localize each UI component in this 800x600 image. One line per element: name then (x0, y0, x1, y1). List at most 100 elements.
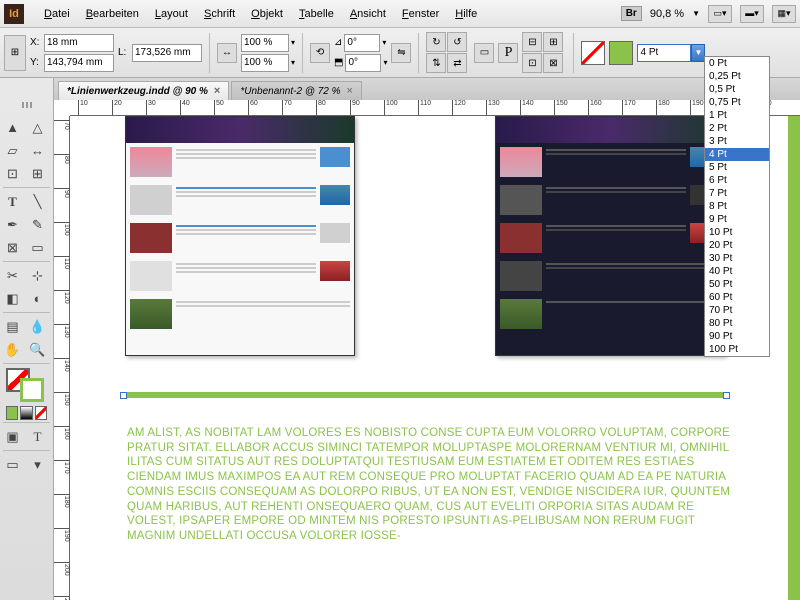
y-input[interactable] (44, 54, 114, 72)
align-icon-1[interactable]: ⊟ (522, 32, 542, 52)
selected-line-object[interactable] (123, 392, 727, 398)
preview-view-icon[interactable]: T (25, 425, 50, 448)
pt-option[interactable]: 0,25 Pt (705, 70, 769, 83)
pt-option[interactable]: 8 Pt (705, 200, 769, 213)
note-tool[interactable]: ▤ (0, 315, 25, 338)
content-tool[interactable]: ⊡ (0, 162, 25, 185)
close-icon[interactable]: × (214, 85, 220, 97)
screen-mode-tool-2[interactable]: ▾ (25, 453, 50, 476)
pt-option[interactable]: 70 Pt (705, 304, 769, 317)
rotate-cw-icon[interactable]: ↻ (426, 32, 446, 52)
apply-none-icon[interactable] (35, 406, 47, 420)
menu-datei[interactable]: Datei (36, 8, 78, 20)
menu-schrift[interactable]: Schrift (196, 8, 243, 20)
placed-image-left[interactable] (125, 116, 355, 356)
p-icon[interactable]: P (498, 43, 518, 63)
pt-option[interactable]: 6 Pt (705, 174, 769, 187)
rectangle-frame-tool[interactable]: ⊠ (0, 236, 25, 259)
scale-x-input[interactable] (241, 34, 289, 52)
zoom-tool[interactable]: 🔍 (25, 338, 50, 361)
pt-option[interactable]: 40 Pt (705, 265, 769, 278)
l-input[interactable] (132, 44, 202, 62)
view-mode-icon[interactable]: ▭▾ (708, 5, 732, 23)
apply-gradient-icon[interactable] (20, 406, 32, 420)
menu-layout[interactable]: Layout (147, 8, 196, 20)
scale-x-icon[interactable]: ↔ (217, 43, 237, 63)
align-icon-2[interactable]: ⊞ (543, 32, 563, 52)
menu-bearbeiten[interactable]: Bearbeiten (78, 8, 147, 20)
menu-tabelle[interactable]: Tabelle (291, 8, 342, 20)
pt-option[interactable]: 90 Pt (705, 330, 769, 343)
menu-objekt[interactable]: Objekt (243, 8, 291, 20)
arrange-icon[interactable]: ▦▾ (772, 5, 796, 23)
normal-view-icon[interactable]: ▣ (0, 425, 25, 448)
align-icon-4[interactable]: ⊠ (543, 53, 563, 73)
pt-option[interactable]: 30 Pt (705, 252, 769, 265)
tab-linienwerkzeug[interactable]: *Linienwerkzeug.indd @ 90 %× (58, 81, 229, 100)
flip-v-icon[interactable]: ⇅ (426, 53, 446, 73)
hand-tool[interactable]: ✋ (0, 338, 25, 361)
gradient-swatch-tool[interactable]: ◧ (0, 287, 25, 310)
direct-selection-tool[interactable]: △ (25, 116, 50, 139)
document-canvas[interactable]: AM ALIST, AS NOBITAT LAM VOLORES ES NOBI… (70, 116, 800, 600)
pt-option[interactable]: 0 Pt (705, 57, 769, 70)
screen-mode-icon[interactable]: ▬▾ (740, 5, 764, 23)
eyedropper-tool[interactable]: 💧 (25, 315, 50, 338)
pt-option[interactable]: 0,5 Pt (705, 83, 769, 96)
x-input[interactable] (44, 34, 114, 52)
pt-option[interactable]: 3 Pt (705, 135, 769, 148)
align-icon-3[interactable]: ⊡ (522, 53, 542, 73)
fill-swatch[interactable] (609, 41, 633, 65)
content-tool-2[interactable]: ⊞ (25, 162, 50, 185)
placed-image-right[interactable] (495, 116, 725, 356)
pencil-tool[interactable]: ✎ (25, 213, 50, 236)
pt-option[interactable]: 1 Pt (705, 109, 769, 122)
bridge-badge[interactable]: Br (621, 6, 642, 21)
flip-h-icon[interactable]: ⇋ (391, 43, 411, 63)
line-tool[interactable]: ╲ (25, 190, 50, 213)
rotate-icon[interactable]: ⟲ (310, 43, 330, 63)
body-text-frame[interactable]: AM ALIST, AS NOBITAT LAM VOLORES ES NOBI… (127, 426, 737, 544)
pt-option[interactable]: 20 Pt (705, 239, 769, 252)
menu-hilfe[interactable]: Hilfe (447, 8, 485, 20)
screen-mode-tool[interactable]: ▭ (0, 453, 25, 476)
pt-option[interactable]: 80 Pt (705, 317, 769, 330)
pt-option[interactable]: 60 Pt (705, 291, 769, 304)
page-tool[interactable]: ▱ (0, 139, 25, 162)
rectangle-tool[interactable]: ▭ (25, 236, 50, 259)
pt-option[interactable]: 9 Pt (705, 213, 769, 226)
pt-option[interactable]: 0,75 Pt (705, 96, 769, 109)
zoom-level[interactable]: 90,8 % (650, 8, 684, 20)
reference-point-icon[interactable]: ⊞ (4, 35, 26, 71)
pt-option[interactable]: 7 Pt (705, 187, 769, 200)
pt-option[interactable]: 4 Pt (705, 148, 769, 161)
pt-option[interactable]: 2 Pt (705, 122, 769, 135)
gap-tool[interactable]: ↔ (25, 139, 50, 162)
flip-h2-icon[interactable]: ⇄ (447, 53, 467, 73)
pt-option[interactable]: 10 Pt (705, 226, 769, 239)
fill-stroke-tool[interactable] (6, 368, 44, 402)
pen-tool[interactable]: ✒ (0, 213, 25, 236)
pt-option[interactable]: 100 Pt (705, 343, 769, 356)
gradient-feather-tool[interactable]: ◐ (25, 287, 50, 310)
select-container-icon[interactable]: ▭ (474, 43, 494, 63)
menu-fenster[interactable]: Fenster (394, 8, 447, 20)
horizontal-ruler[interactable]: 1020304050607080901001101201301401501601… (70, 100, 800, 116)
pt-option[interactable]: 50 Pt (705, 278, 769, 291)
transform-tool[interactable]: ⊹ (25, 264, 50, 287)
tab-unbenannt[interactable]: *Unbenannt-2 @ 72 %× (231, 81, 362, 100)
stroke-weight-dropdown[interactable]: 4 Pt (637, 44, 691, 62)
close-icon[interactable]: × (347, 85, 353, 97)
stroke-swatch[interactable] (581, 41, 605, 65)
type-tool[interactable]: T (0, 190, 25, 213)
vertical-ruler[interactable]: 7080901001101201301401501601701801902002… (54, 116, 70, 600)
scissors-tool[interactable]: ✂ (0, 264, 25, 287)
menu-ansicht[interactable]: Ansicht (342, 8, 394, 20)
scale-y-input[interactable] (241, 54, 289, 72)
rotate-ccw-icon[interactable]: ↺ (447, 32, 467, 52)
shear-input[interactable] (345, 54, 381, 72)
apply-color-icon[interactable] (6, 406, 18, 420)
pt-option[interactable]: 5 Pt (705, 161, 769, 174)
rotate-input[interactable] (344, 34, 380, 52)
selection-tool[interactable]: ▲ (0, 116, 25, 139)
